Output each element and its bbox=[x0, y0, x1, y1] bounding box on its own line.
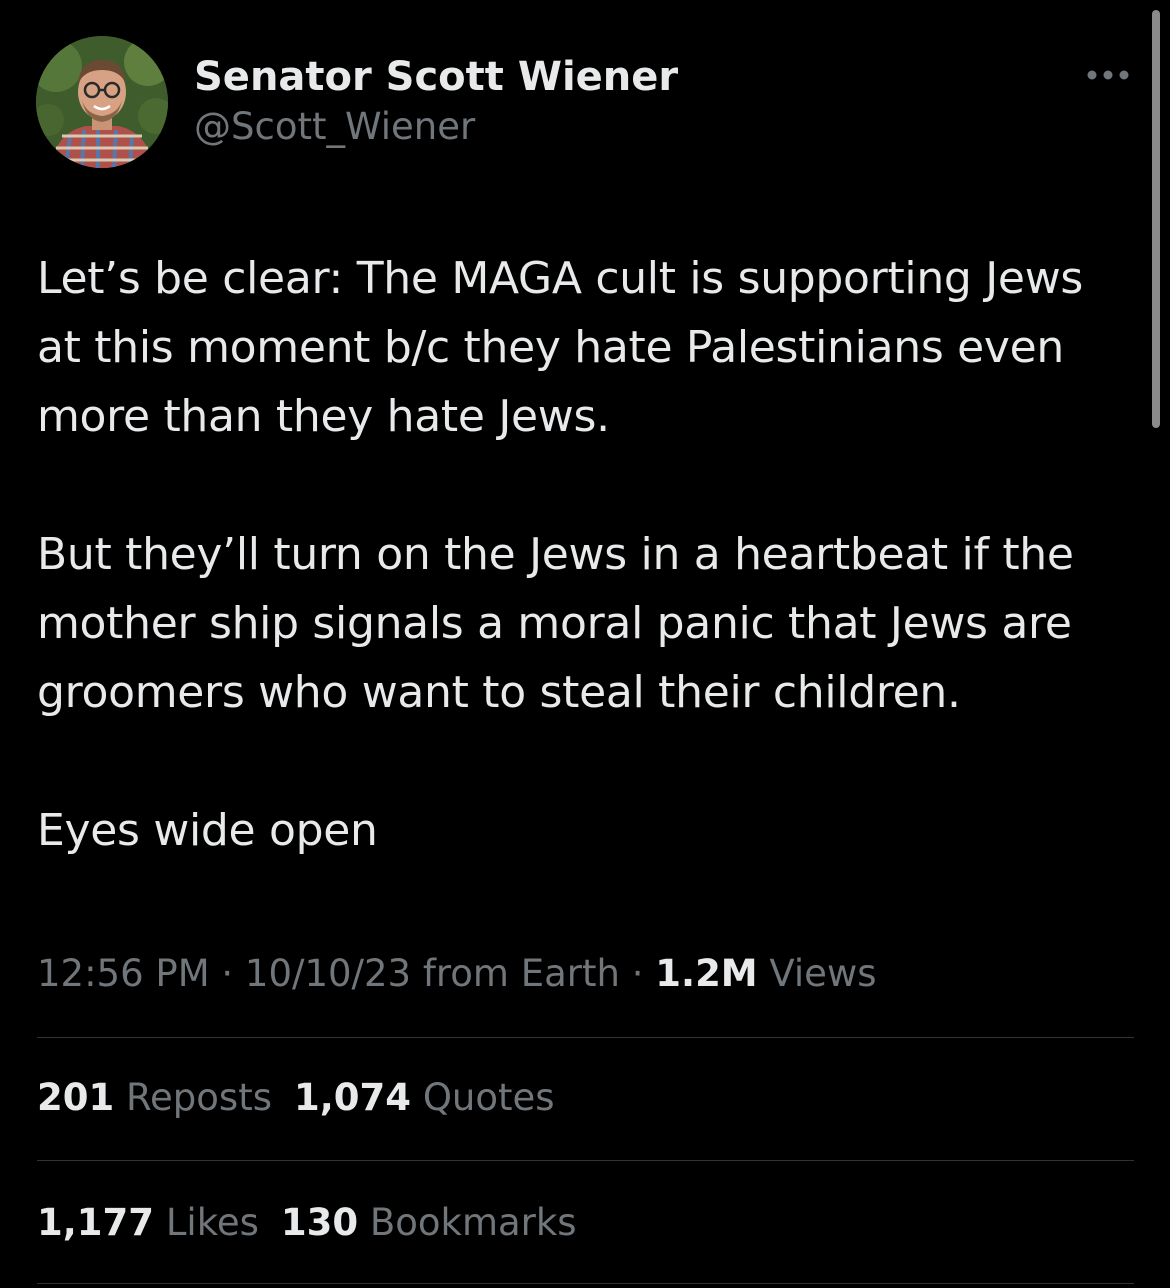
views-count: 1.2M bbox=[655, 952, 758, 995]
engagement-stats-row: 1,177 Likes 130 Bookmarks bbox=[37, 1197, 599, 1249]
user-handle[interactable]: @Scott_Wiener bbox=[194, 102, 678, 152]
tweet-metadata: 12:56 PM · 10/10/23 from Earth · 1.2M Vi… bbox=[37, 948, 877, 1000]
tweet-paragraph: Let’s be clear: The MAGA cult is support… bbox=[37, 253, 1084, 442]
engagement-stats-row: 201 Reposts 1,074 Quotes bbox=[37, 1072, 577, 1124]
views-label: Views bbox=[769, 952, 877, 995]
tweet-date[interactable]: 10/10/23 bbox=[245, 952, 411, 995]
divider bbox=[37, 1283, 1134, 1284]
reposts-count: 201 bbox=[37, 1076, 115, 1119]
tweet-paragraph: Eyes wide open bbox=[37, 805, 378, 856]
quotes-label: Quotes bbox=[422, 1076, 555, 1119]
meta-separator: · bbox=[631, 952, 644, 995]
bookmarks-stat[interactable]: 130 Bookmarks bbox=[281, 1201, 577, 1244]
quotes-count: 1,074 bbox=[294, 1076, 412, 1119]
bookmarks-label: Bookmarks bbox=[369, 1201, 577, 1244]
tweet-source: from Earth bbox=[422, 952, 620, 995]
likes-label: Likes bbox=[165, 1201, 259, 1244]
likes-count: 1,177 bbox=[37, 1201, 155, 1244]
meta-separator: · bbox=[221, 952, 234, 995]
reposts-stat[interactable]: 201 Reposts bbox=[37, 1076, 272, 1119]
quotes-stat[interactable]: 1,074 Quotes bbox=[294, 1076, 555, 1119]
more-horizontal-icon bbox=[1087, 70, 1129, 80]
display-name[interactable]: Senator Scott Wiener bbox=[194, 52, 678, 102]
tweet-time[interactable]: 12:56 PM bbox=[37, 952, 210, 995]
divider bbox=[37, 1037, 1134, 1038]
likes-stat[interactable]: 1,177 Likes bbox=[37, 1201, 259, 1244]
tweet-paragraph: But they’ll turn on the Jews in a heartb… bbox=[37, 529, 1074, 718]
tweet-detail: Senator Scott Wiener @Scott_Wiener Let’s… bbox=[0, 0, 1170, 1288]
more-options-button[interactable] bbox=[1084, 62, 1132, 88]
author-info[interactable]: Senator Scott Wiener @Scott_Wiener bbox=[194, 52, 678, 152]
scrollbar[interactable] bbox=[1152, 10, 1160, 428]
avatar[interactable] bbox=[36, 36, 168, 168]
tweet-text: Let’s be clear: The MAGA cult is support… bbox=[37, 244, 1127, 865]
reposts-label: Reposts bbox=[126, 1076, 272, 1119]
bookmarks-count: 130 bbox=[280, 1201, 359, 1244]
divider bbox=[37, 1160, 1134, 1161]
